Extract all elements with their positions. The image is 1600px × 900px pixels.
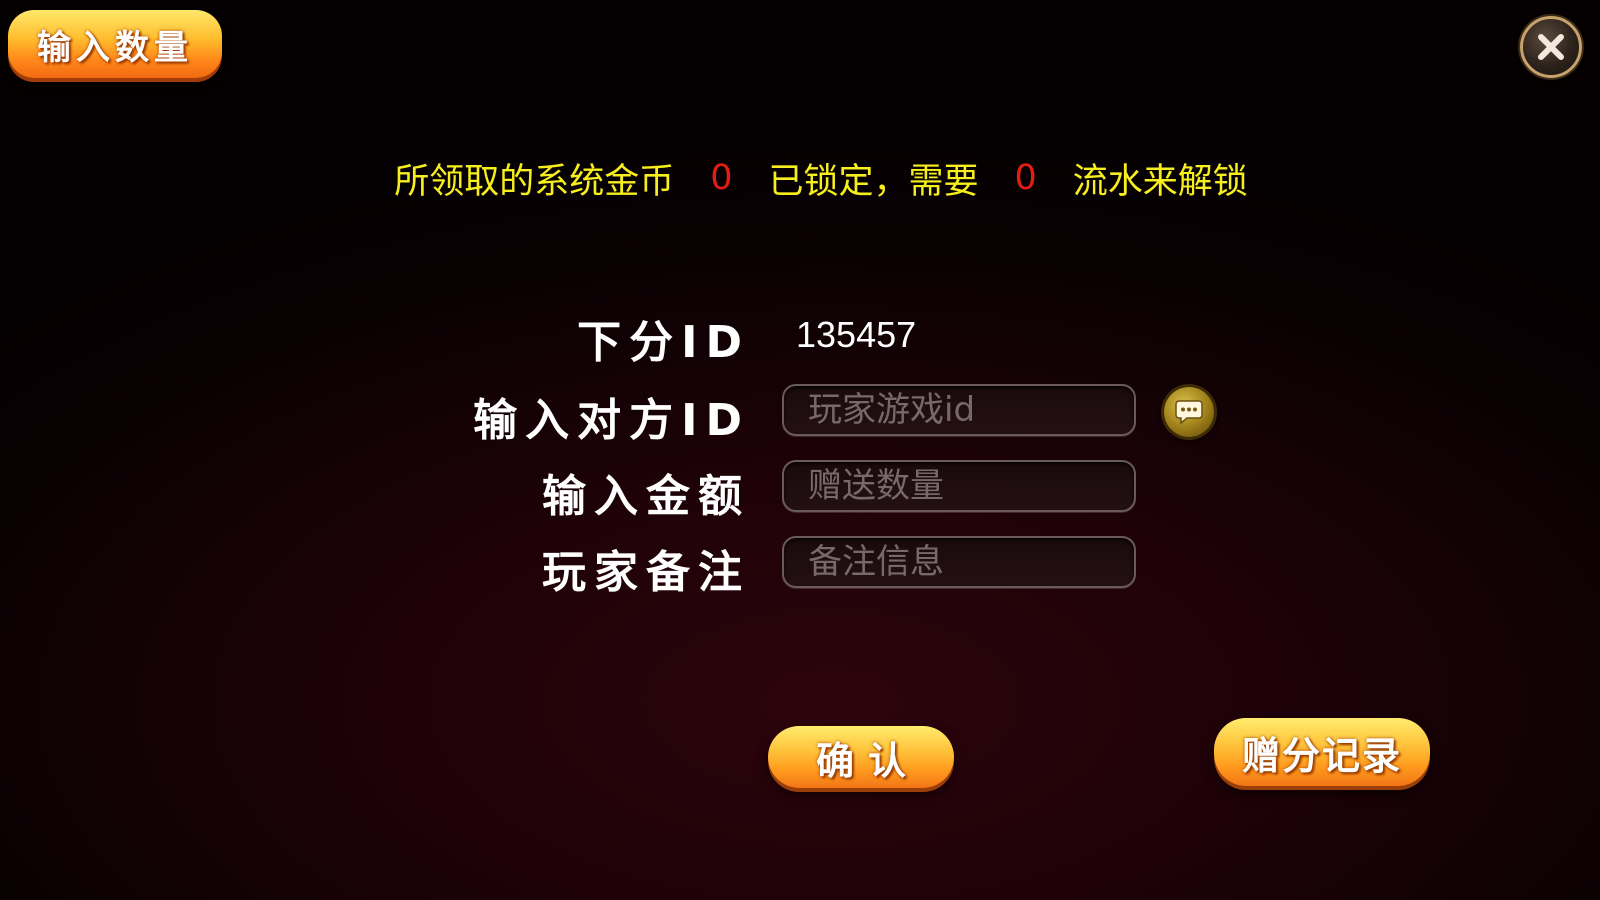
chat-bubble-icon — [1175, 400, 1203, 425]
amount-input[interactable] — [808, 466, 1110, 506]
gift-record-button[interactable]: 赠分记录 — [1214, 718, 1430, 786]
locked-coins-value: 0 — [710, 158, 733, 198]
notice-text-unlock: 流水来解锁 — [1072, 161, 1248, 202]
close-icon — [1538, 34, 1564, 60]
page-title: 输入数量 — [8, 10, 222, 78]
lock-notice: 所领取的系统金币 0 已锁定，需要 0 流水来解锁 — [0, 148, 1600, 208]
chat-button[interactable] — [1164, 387, 1214, 437]
notice-text-received: 所领取的系统金币 — [394, 161, 675, 202]
remark-label: 玩家备注 — [542, 547, 750, 598]
remark-input[interactable] — [808, 542, 1110, 582]
confirm-button[interactable]: 确认 — [768, 726, 954, 788]
remark-field[interactable] — [782, 536, 1136, 588]
target-id-input[interactable] — [808, 390, 1110, 430]
required-turnover-value: 0 — [1014, 158, 1037, 198]
notice-text-locked: 已锁定，需要 — [768, 161, 979, 202]
own-id-value: 135457 — [796, 314, 917, 355]
amount-field[interactable] — [782, 460, 1136, 512]
close-button[interactable] — [1520, 16, 1582, 78]
own-id-label: 下分ID — [577, 317, 750, 368]
target-id-label: 输入对方ID — [473, 395, 750, 446]
amount-label: 输入金额 — [542, 471, 750, 522]
target-id-field[interactable] — [782, 384, 1136, 436]
